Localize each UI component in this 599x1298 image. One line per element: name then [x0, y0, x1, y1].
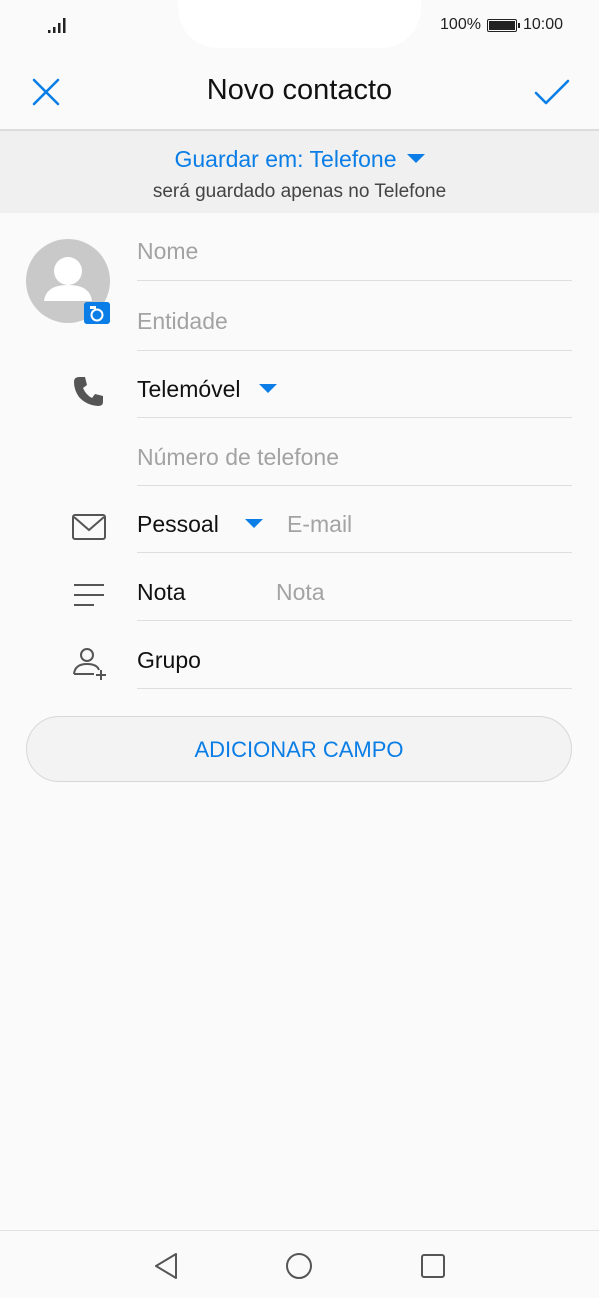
dropdown-arrow-icon [406, 154, 425, 163]
save-location-note: será guardado apenas no Telefone [152, 181, 447, 202]
company-field[interactable]: Entidade [137, 308, 572, 351]
phone-type-label: Telemóvel [137, 376, 241, 402]
status-right: 100% 10:00 [440, 16, 563, 34]
note-icon [74, 584, 104, 606]
battery-icon [486, 18, 520, 32]
save-location-dropdown[interactable]: Guardar em: Telefone [0, 146, 599, 173]
clock: 10:00 [522, 16, 563, 33]
note-row: Nota Nota [137, 579, 572, 621]
display-notch [178, 0, 421, 48]
back-icon[interactable] [152, 1251, 182, 1281]
save-location-label: Guardar em: Telefone [174, 146, 397, 172]
add-field-button[interactable]: ADICIONAR CAMPO [26, 716, 572, 782]
dropdown-arrow-icon [259, 384, 277, 393]
navigation-bar [0, 1230, 599, 1298]
phone-number-placeholder: Número de telefone [137, 444, 340, 470]
company-placeholder: Entidade [137, 308, 228, 334]
group-add-icon [73, 648, 106, 680]
phone-type-selector[interactable]: Telemóvel [137, 376, 572, 418]
group-field[interactable]: Grupo [137, 647, 572, 689]
status-bar: 100% 10:00 [0, 0, 599, 48]
group-label: Grupo [137, 647, 201, 673]
dropdown-arrow-icon [245, 519, 264, 528]
email-row: Pessoal E-mail [137, 511, 572, 553]
save-location-banner: Guardar em: Telefone será guardado apena… [0, 131, 599, 213]
email-type-label: Pessoal [137, 511, 219, 537]
name-field[interactable]: Nome [137, 238, 572, 281]
signal-icon [48, 18, 66, 33]
camera-icon[interactable] [84, 302, 110, 324]
recents-icon[interactable] [418, 1251, 448, 1281]
checkmark-icon[interactable] [532, 74, 572, 110]
email-type-selector[interactable]: Pessoal [137, 511, 264, 538]
app-header: Novo contacto [0, 46, 599, 130]
phone-icon [74, 377, 103, 406]
mail-icon [72, 514, 106, 540]
phone-screen: 100% 10:00 Novo contacto Guardar em: Tel… [0, 0, 599, 1298]
phone-number-field[interactable]: Número de telefone [137, 444, 572, 486]
home-icon[interactable] [284, 1251, 314, 1281]
note-field[interactable]: Nota [276, 579, 325, 606]
name-placeholder: Nome [137, 238, 199, 264]
battery-percent: 100% [440, 16, 481, 33]
note-label: Nota [137, 579, 186, 605]
email-field[interactable]: E-mail [287, 511, 352, 538]
page-title: Novo contacto [206, 74, 393, 106]
